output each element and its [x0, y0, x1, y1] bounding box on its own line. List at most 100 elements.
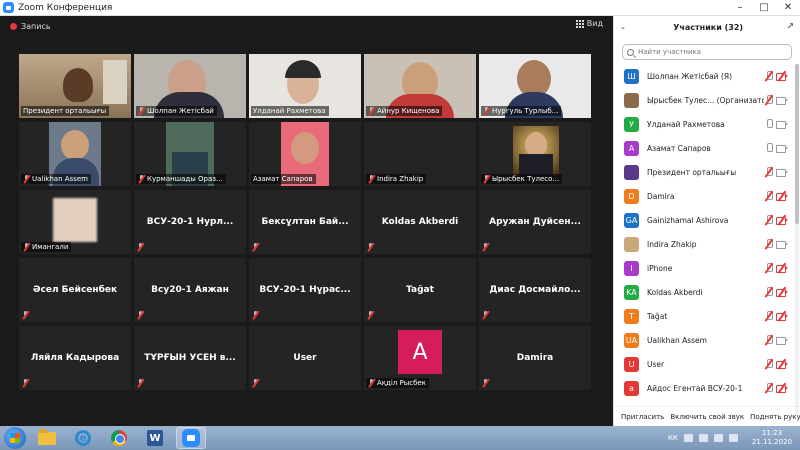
mic-muted-icon: [22, 379, 30, 387]
close-button[interactable]: ✕: [776, 0, 800, 16]
participant-name-center: Tağat: [406, 285, 434, 295]
network-icon[interactable]: [698, 434, 708, 442]
video-tile[interactable]: Әсел Бейсенбек: [19, 258, 131, 322]
video-tile[interactable]: Бексұлтан Бай...: [249, 190, 361, 254]
taskbar-chrome[interactable]: [104, 427, 134, 449]
participant-row[interactable]: Президент ортальығы: [614, 160, 794, 184]
avatar: UA: [624, 332, 639, 348]
video-tile[interactable]: Всу20-1 Аяжан: [134, 258, 246, 322]
view-button[interactable]: Вид: [575, 19, 603, 28]
minimize-button[interactable]: –: [728, 0, 752, 16]
participant-name: Айдос Егентай ВСУ-20-1: [647, 383, 743, 393]
participant-row[interactable]: a Айдос Егентай ВСУ-20-1: [614, 376, 794, 400]
participant-row[interactable]: KA Koldas Akberdi: [614, 280, 794, 304]
unmute-self-button[interactable]: Включить свой звук: [667, 411, 747, 423]
search-icon: [627, 48, 634, 56]
video-tile[interactable]: Азамат Сапаров: [249, 122, 361, 186]
mic-muted-icon: [23, 175, 30, 183]
video-tile[interactable]: Ляйля Кадырова: [19, 326, 131, 390]
video-tile[interactable]: ТҰРҒЫН УСЕН в...: [134, 326, 246, 390]
clock-date: 21.11.2020: [751, 438, 792, 446]
video-off-icon: [776, 214, 788, 226]
participant-name: Gainizhamal Ashirova: [647, 215, 729, 225]
system-tray: КК 11:23 21.11.2020: [668, 426, 792, 450]
participant-row[interactable]: UA Ualikhan Assem: [614, 328, 794, 352]
video-tile[interactable]: Имангали: [19, 190, 131, 254]
participant-name: iPhone: [647, 263, 673, 273]
taskbar-internet-explorer[interactable]: e: [68, 427, 98, 449]
volume-icon[interactable]: [713, 434, 723, 442]
scrollbar-thumb[interactable]: [795, 64, 799, 224]
mic-muted-icon: [367, 243, 375, 251]
participant-row[interactable]: IiPhone: [614, 256, 794, 280]
avatar: А: [624, 140, 639, 156]
video-tile[interactable]: Koldas Akberdi: [364, 190, 476, 254]
battery-icon[interactable]: [728, 434, 738, 442]
video-tile[interactable]: Indira Zhakip: [364, 122, 476, 186]
participant-row[interactable]: Ырысбек Тулес... (Организатор): [614, 88, 794, 112]
word-icon: W: [147, 430, 163, 446]
maximize-button[interactable]: □: [752, 0, 776, 16]
video-icon: [776, 119, 788, 129]
participant-row[interactable]: T Tağat: [614, 304, 794, 328]
video-tile[interactable]: Нургуль Турлыб...: [479, 54, 591, 118]
participant-name-center: Koldas Akberdi: [381, 217, 459, 227]
video-tile[interactable]: Айнур Кищенова: [364, 54, 476, 118]
participant-row[interactable]: Ш Шолпан Жетісбай (Я): [614, 64, 794, 88]
taskbar-zoom[interactable]: [176, 427, 206, 449]
video-tile[interactable]: Аружан Дуйсен...: [479, 190, 591, 254]
raise-hand-button[interactable]: Поднять руку: [747, 411, 800, 423]
bookshelf: [103, 60, 127, 104]
avatar: D: [624, 188, 639, 204]
video-tile[interactable]: Президент ортальығы: [19, 54, 131, 118]
mic-muted-icon: [482, 243, 490, 251]
video-tile-active-speaker[interactable]: Улданай Рахметова: [249, 54, 361, 118]
taskbar-word[interactable]: W: [140, 427, 170, 449]
video-icon: [776, 143, 788, 153]
video-tile[interactable]: Ырысбек Тулесо...: [479, 122, 591, 186]
video-tile[interactable]: A Ақділ Рысбек: [364, 326, 476, 390]
language-indicator[interactable]: КК: [668, 434, 678, 442]
video-tile[interactable]: Диас Досмайло...: [479, 258, 591, 322]
participant-row[interactable]: А Азамат Сапаров: [614, 136, 794, 160]
mic-muted-icon: [482, 379, 490, 387]
participants-title: Участники (32): [673, 22, 744, 32]
video-tile[interactable]: Tağat: [364, 258, 476, 322]
mic-muted-icon: [137, 243, 145, 251]
participant-search[interactable]: [622, 44, 792, 60]
avatar: I: [624, 260, 639, 276]
video-tile[interactable]: Damira: [479, 326, 591, 390]
video-tile[interactable]: ВСУ-20-1 Нурл...: [134, 190, 246, 254]
participant-row[interactable]: GA Gainizhamal Ashirova: [614, 208, 794, 232]
video-tile[interactable]: Курманшады Ораз...: [134, 122, 246, 186]
tray-arrow-icon[interactable]: [683, 434, 693, 442]
participants-list: Ш Шолпан Жетісбай (Я) Ырысбек Тулес... (Ор…: [614, 64, 794, 400]
panel-header: ⌄ Участники (32) ↗: [614, 16, 800, 38]
participant-row[interactable]: U User: [614, 352, 794, 376]
start-button[interactable]: [4, 427, 26, 449]
popout-icon[interactable]: ↗: [786, 22, 794, 32]
clock[interactable]: 11:23 21.11.2020: [752, 429, 792, 447]
participant-row[interactable]: Indira Zhakip: [614, 232, 794, 256]
taskbar-explorer[interactable]: [32, 427, 62, 449]
participant-name-center: ТҰРҒЫН УСЕН в...: [144, 353, 236, 363]
windows-taskbar: e W КК 11:23 21.11.2020: [0, 426, 800, 450]
participants-scrollbar[interactable]: [795, 64, 799, 414]
participant-row[interactable]: У Улданай Рахметова: [614, 112, 794, 136]
participant-name: Айнур Кищенова: [366, 106, 443, 116]
video-tile[interactable]: ВСУ-20-1 Нұрас...: [249, 258, 361, 322]
video-tile[interactable]: Ualikhan Assem: [19, 122, 131, 186]
video-off-icon: [776, 286, 788, 298]
participant-name: Шолпан Жетісбай (Я): [647, 71, 733, 81]
participant-row[interactable]: D Damira: [614, 184, 794, 208]
invite-button[interactable]: Пригласить: [618, 411, 667, 423]
participant-name: Нургуль Турлыб...: [481, 106, 562, 116]
collapse-chevron-icon[interactable]: ⌄: [620, 23, 626, 31]
mic-muted-icon: [367, 311, 375, 319]
search-input[interactable]: [637, 48, 787, 56]
avatar: a: [624, 380, 639, 396]
video-tile[interactable]: Шолпан Жетісбай: [134, 54, 246, 118]
video-gallery: Запись Вид Президент ортальығы Шолпан Же…: [0, 16, 613, 426]
video-tile[interactable]: User: [249, 326, 361, 390]
profile-picture: [53, 198, 97, 242]
